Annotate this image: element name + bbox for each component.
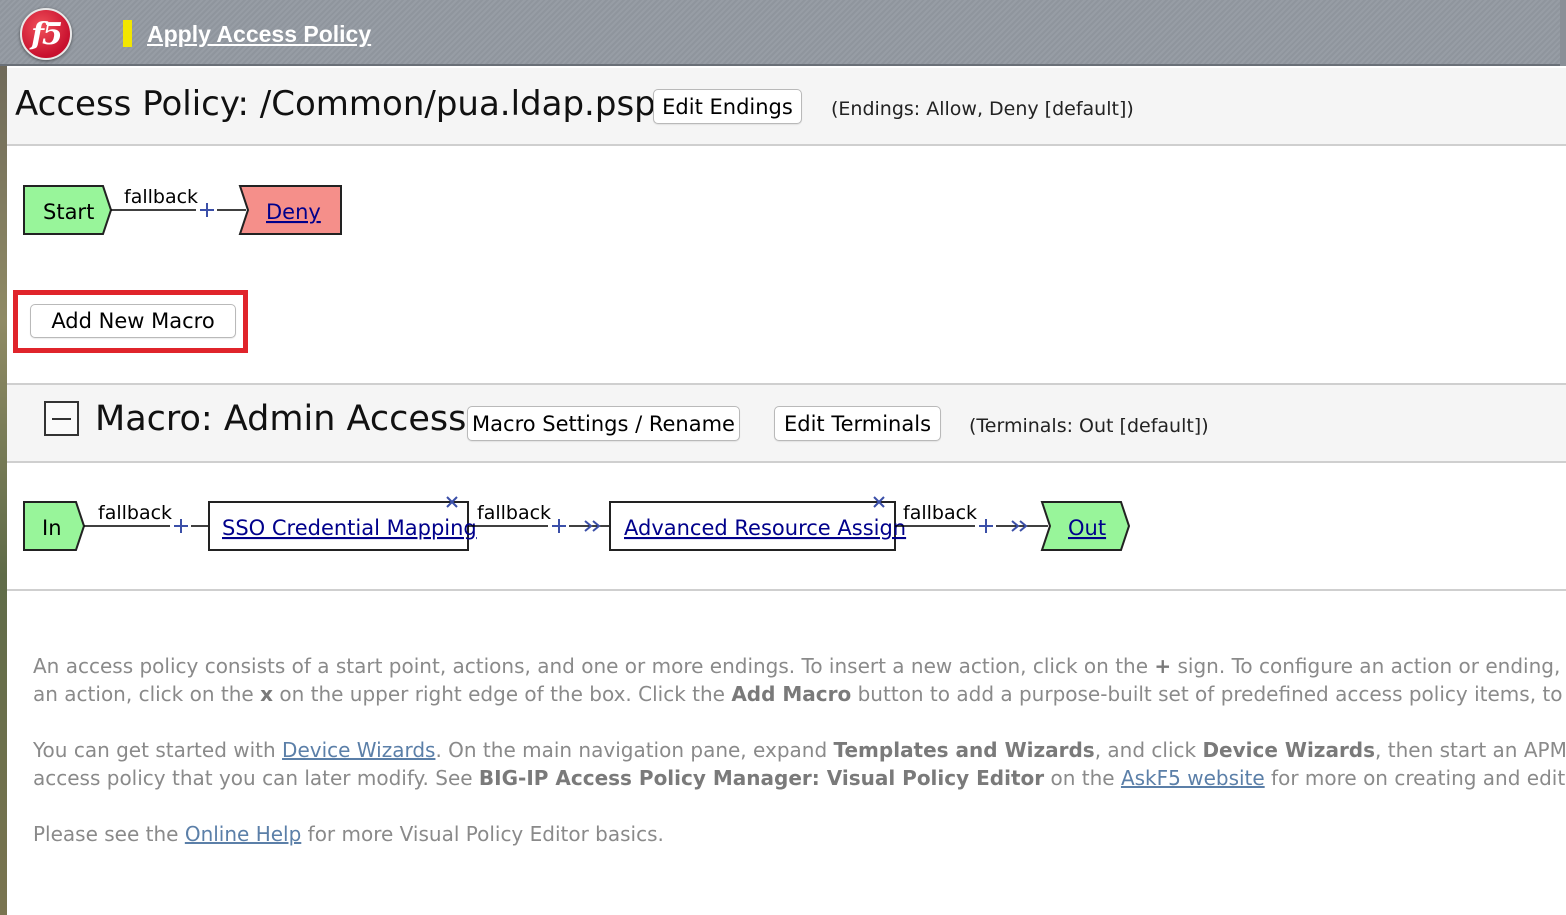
help-paragraph-3: Please see the Online Help for more Visu…	[33, 820, 664, 848]
help-text: on the	[1044, 766, 1121, 790]
sso-fallback-branch: fallback	[468, 502, 551, 527]
help-bold: Add Macro	[731, 682, 852, 706]
insert-action-plus-icon[interactable]	[200, 203, 214, 217]
branch-label: fallback	[903, 502, 977, 524]
help-text: on the upper right edge of the box. Clic…	[272, 682, 732, 706]
advanced-resource-assign-action[interactable]: Advanced Resource Assign	[609, 501, 906, 551]
start-node[interactable]: Start	[23, 185, 113, 235]
insert-action-plus-icon[interactable]	[552, 519, 566, 533]
branch-label: fallback	[477, 502, 551, 524]
help-paragraph-2-line-2: access policy that you can later modify.…	[33, 764, 1566, 792]
help-bold: BIG-IP Access Policy Manager: Visual Pol…	[478, 766, 1045, 790]
help-text: access policy that you can later modify.…	[33, 766, 479, 790]
edit-terminals-button[interactable]: Edit Terminals	[774, 406, 941, 441]
macro-settings-button[interactable]: Macro Settings / Rename	[467, 406, 740, 441]
section-divider	[7, 589, 1566, 591]
help-bold: Device Wizards	[1202, 738, 1376, 762]
in-node-label: In	[42, 516, 62, 540]
in-fallback-branch: fallback	[84, 502, 172, 527]
sso-action-label[interactable]: SSO Credential Mapping	[222, 516, 477, 540]
macro-header: Macro: Admin Access Macro Settings / Ren…	[7, 383, 1566, 463]
help-text: , then start an APM Con	[1375, 738, 1566, 762]
insert-action-plus-icon[interactable]	[174, 519, 188, 533]
help-text: sign. To configure an action or ending, …	[1177, 654, 1566, 678]
sso-credential-mapping-action[interactable]: SSO Credential Mapping	[208, 501, 477, 551]
help-text: for more Visual Policy Editor basics.	[301, 822, 664, 846]
branch-label: fallback	[124, 186, 198, 208]
deny-node-label[interactable]: Deny	[266, 200, 321, 224]
help-bold: x	[260, 682, 273, 706]
help-text: , and click	[1094, 738, 1203, 762]
macro-out-node[interactable]: Out	[1040, 501, 1131, 551]
help-paragraph-1-line-2: an action, click on the x on the upper r…	[33, 680, 1566, 708]
deny-node[interactable]: Deny	[238, 185, 342, 235]
macro-title: Macro: Admin Access	[95, 399, 467, 439]
help-text: an action, click on the	[33, 682, 261, 706]
app-frame: f5 Apply Access Policy Access Policy: /C…	[0, 0, 1566, 915]
macro-in-node[interactable]: In	[23, 501, 86, 551]
help-text: An access policy consists of a start poi…	[33, 654, 1155, 678]
help-paragraph-2-line-1: You can get started with Device Wizards.…	[33, 736, 1566, 764]
help-bold: Templates and Wizards	[833, 738, 1095, 762]
start-fallback-branch: fallback	[111, 186, 198, 211]
collapse-macro-icon[interactable]	[44, 401, 79, 436]
help-bold: +	[1154, 654, 1172, 678]
help-text: Please see the	[33, 822, 185, 846]
help-text: You can get started with	[33, 738, 283, 762]
help-paragraph-1-line-1: An access policy consists of a start poi…	[33, 652, 1566, 680]
device-wizards-link[interactable]: Device Wizards	[282, 738, 435, 762]
add-new-macro-button[interactable]: Add New Macro	[30, 304, 236, 338]
insert-action-plus-icon[interactable]	[979, 519, 993, 533]
askf5-website-link[interactable]: AskF5 website	[1121, 766, 1265, 790]
resource-assign-label[interactable]: Advanced Resource Assign	[624, 516, 906, 540]
help-text: button to add a purpose-built set of pre…	[851, 682, 1566, 706]
branch-label: fallback	[98, 502, 172, 524]
resource-fallback-branch: fallback	[895, 502, 977, 527]
terminals-note: (Terminals: Out [default])	[969, 415, 1209, 437]
flow-arrow-icon	[996, 520, 1048, 532]
online-help-link[interactable]: Online Help	[185, 822, 301, 846]
flow-arrow-icon	[569, 520, 609, 532]
help-text: . On the main navigation pane, expand	[435, 738, 834, 762]
out-node-label[interactable]: Out	[1068, 516, 1106, 540]
start-node-label: Start	[43, 200, 94, 224]
help-text: for more on creating and editing a	[1271, 766, 1566, 790]
